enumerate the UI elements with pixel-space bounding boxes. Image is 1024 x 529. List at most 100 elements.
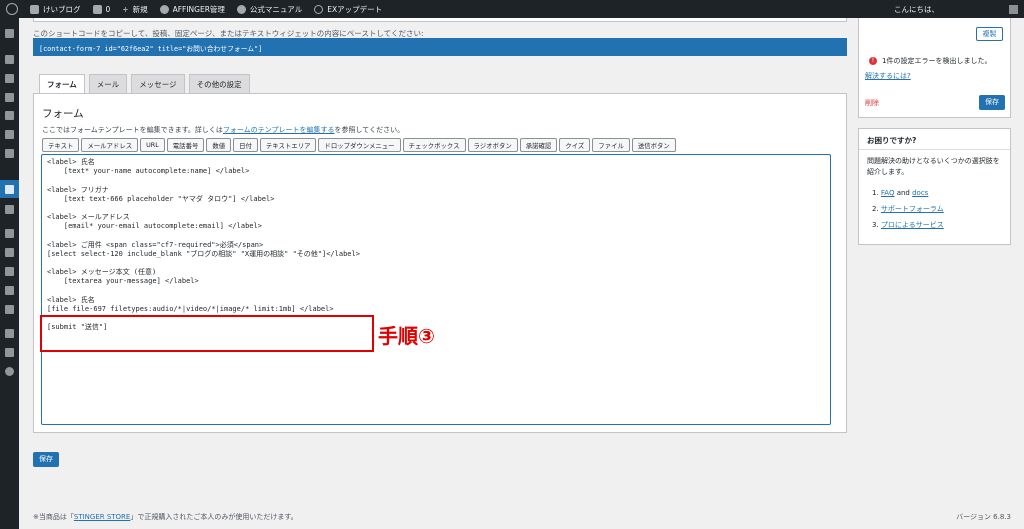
avatar[interactable] [1009, 4, 1018, 14]
help-title: お困りですか? [867, 136, 917, 145]
admin-bar-greeting[interactable]: こんにちは、 [894, 4, 939, 15]
annotation-step-label: 手順③ [378, 324, 435, 348]
admin-bar-manual[interactable]: 公式マニュアル [236, 4, 302, 15]
admin-bar: けいブログ 0 + 新規 AFFINGER管理 公式マニュアル EXアップデート … [0, 0, 1024, 18]
grid-icon[interactable] [5, 93, 14, 102]
top-panel-edge [33, 18, 847, 22]
admin-bar-ex-update[interactable]: EXアップデート [314, 4, 382, 15]
settings-icon[interactable] [5, 305, 14, 314]
admin-bar-site[interactable]: けいブログ [30, 4, 81, 15]
editor-line: [email* your-email autocomplete:email] <… [47, 222, 262, 231]
save-button[interactable]: 保存 [33, 452, 59, 467]
error-icon: ! [869, 57, 877, 65]
tag-button-file[interactable]: ファイル [592, 138, 630, 152]
tag-button-checkbox[interactable]: チェックボックス [402, 138, 466, 152]
brush-icon[interactable] [5, 229, 14, 238]
tag-button-select[interactable]: ドロップダウンメニュー [318, 138, 401, 152]
tag-button-number[interactable]: 数値 [206, 138, 232, 152]
home-icon [30, 4, 39, 14]
footer-notice: ※当商品は「STINGER STORE」で正規購入されたご本人のみが使用いただけ… [33, 513, 298, 521]
faq-link[interactable]: FAQ [881, 189, 895, 197]
pin-icon[interactable] [5, 55, 14, 64]
form-tabs: フォーム メール メッセージ その他の設定 [39, 74, 254, 94]
tag-button-text[interactable]: テキスト [42, 138, 80, 152]
footer-version: バージョン 6.8.3 [956, 513, 1011, 521]
dashboard-icon[interactable] [5, 29, 14, 38]
editor-line: <label> フリガナ [47, 185, 109, 194]
gear-icon [159, 4, 169, 14]
editor-line: [select select-120 include_blank "ブログの相談… [47, 249, 360, 258]
tag-button-quiz[interactable]: クイズ [559, 138, 591, 152]
copy-button[interactable]: 複製 [976, 27, 1003, 41]
stinger-store-link[interactable]: STINGER STORE [74, 513, 130, 521]
tab-messages[interactable]: メッセージ [131, 74, 185, 93]
plus-icon: + [122, 4, 129, 14]
list-item: 2. サポートフォーラム [872, 205, 944, 213]
plugin-icon[interactable] [5, 248, 14, 257]
tag-button-textarea[interactable]: テキストエリア [259, 138, 317, 152]
users-icon[interactable] [5, 267, 14, 276]
admin-bar-new[interactable]: + 新規 [122, 4, 147, 15]
annotation-highlight-box [40, 315, 374, 352]
tag-button-radio[interactable]: ラジオボタン [467, 138, 518, 152]
admin-side-menu [0, 18, 19, 529]
help-box: お困りですか? 問題解決の助けとなるいくつかの選択肢を紹介します。 1. FAQ… [858, 128, 1011, 245]
delete-link[interactable]: 削除 [865, 98, 879, 108]
status-box: 複製 ! 1件の設定エラーを検出しました。 解決するには? 削除 保存 [858, 18, 1011, 118]
list-icon[interactable] [5, 205, 14, 214]
form-template-link[interactable]: フォームのテンプレートを編集する [223, 126, 335, 134]
mail-icon[interactable] [5, 185, 14, 194]
tools-icon[interactable] [5, 286, 14, 295]
editor-line: <label> メッセージ本文 (任意) [47, 268, 157, 277]
tag-button-url[interactable]: URL [140, 138, 165, 152]
form-heading: フォーム [42, 108, 84, 120]
form-description: ここではフォームテンプレートを編集できます。詳しくはフォームのテンプレートを編集… [42, 126, 405, 134]
tab-form[interactable]: フォーム [39, 74, 85, 94]
save-button-sidebar[interactable]: 保存 [979, 95, 1005, 110]
list-item: 1. FAQ and docs [872, 189, 929, 197]
tab-mail[interactable]: メール [88, 74, 128, 93]
tag-generator-bar: テキスト メールアドレス URL 電話番号 数値 日付 テキストエリア ドロップ… [42, 138, 678, 152]
wordpress-logo-icon[interactable] [6, 3, 18, 15]
admin-bar-affinger[interactable]: AFFINGER管理 [159, 4, 225, 15]
editor-line: <label> 氏名 [47, 158, 95, 166]
comment-icon [92, 4, 102, 14]
tag-button-date[interactable]: 日付 [233, 138, 258, 152]
form-template-editor[interactable]: <label> 氏名 [text* your-name autocomplete… [41, 154, 831, 425]
config-error-notice: ! 1件の設定エラーを検出しました。 [869, 56, 991, 66]
editor-line: [text text-666 placeholder "ヤマダ タロウ"] </… [47, 194, 275, 203]
pages-icon[interactable] [5, 130, 14, 139]
editor-line: [text* your-name autocomplete:name] </la… [47, 167, 250, 176]
tag-button-email[interactable]: メールアドレス [81, 138, 139, 152]
shortcode-field[interactable]: [contact-form-7 id="62f6ea2" title="お問い合… [33, 38, 847, 56]
gear-icon[interactable] [5, 329, 14, 338]
help-list: 1. FAQ and docs 2. サポートフォーラム 3. プロによるサービ… [872, 185, 944, 233]
tab-additional-settings[interactable]: その他の設定 [188, 74, 250, 93]
form-panel: フォーム ここではフォームテンプレートを編集できます。詳しくはフォームのテンプレ… [33, 93, 847, 433]
help-description: 問題解決の助けとなるいくつかの選択肢を紹介します。 [867, 157, 1000, 176]
grid-icon[interactable] [5, 74, 14, 83]
fix-error-link[interactable]: 解決するには? [865, 71, 911, 81]
docs-link[interactable]: docs [912, 189, 928, 197]
divider [859, 149, 1010, 150]
admin-bar-comments[interactable]: 0 [92, 4, 110, 14]
tag-button-submit[interactable]: 送信ボタン [631, 138, 676, 152]
refresh-icon [314, 4, 324, 14]
list-item: 3. プロによるサービス [872, 221, 944, 229]
comment-icon[interactable] [5, 149, 14, 158]
editor-line: <label> 氏名 [47, 295, 95, 304]
editor-line: [file file-697 filetypes:audio/*|video/*… [47, 305, 334, 313]
tag-button-acceptance[interactable]: 承諾確認 [519, 138, 558, 152]
help-icon [236, 4, 246, 14]
tag-button-tel[interactable]: 電話番号 [166, 138, 205, 152]
pro-services-link[interactable]: プロによるサービス [881, 221, 944, 229]
collapse-menu-icon[interactable] [5, 367, 14, 376]
editor-line: <label> メールアドレス [47, 213, 130, 222]
support-forum-link[interactable]: サポートフォーラム [881, 205, 944, 213]
gear-icon[interactable] [5, 348, 14, 357]
media-icon[interactable] [5, 111, 14, 120]
